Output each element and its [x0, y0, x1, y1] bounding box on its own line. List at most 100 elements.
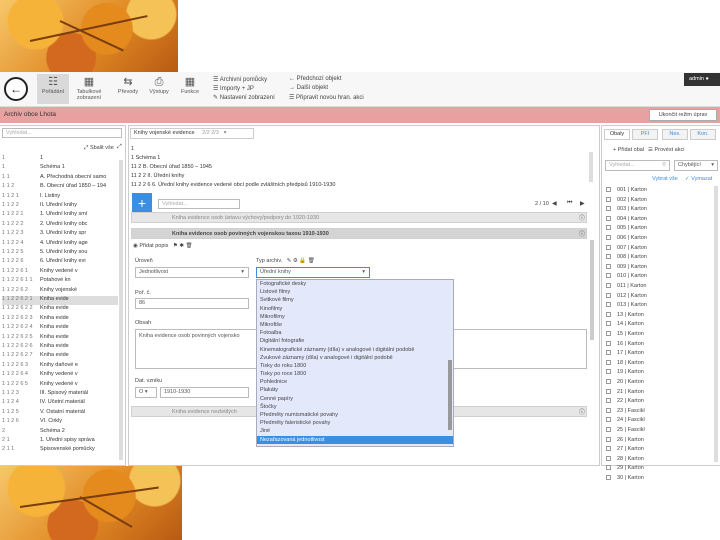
tree-row[interactable]: 1 1 2 1 I. Listiny [2, 193, 118, 202]
dropdown-option[interactable]: Předměty numismatické povahy [257, 411, 453, 419]
back-button[interactable]: ← [4, 77, 28, 101]
checkbox[interactable] [606, 225, 611, 231]
dropdown-option[interactable]: Fotografické desky [257, 280, 453, 288]
container-item[interactable]: 010 | Karton [606, 273, 647, 283]
perform-action-button[interactable]: ☰ Provést akci [648, 147, 684, 153]
tree-row[interactable]: 1 1 2 2 6 2 4 Kniha evide [2, 324, 118, 333]
dropdown-option[interactable]: Tisky do roku 1800 [257, 362, 453, 370]
form-scrollbar[interactable] [590, 240, 594, 340]
container-item[interactable]: 17 | Karton [606, 350, 644, 360]
container-item[interactable]: 21 | Karton [606, 389, 644, 399]
dropdown-option[interactable]: Mikrofilmy [257, 313, 453, 321]
checkbox[interactable] [606, 417, 611, 423]
tree-row[interactable]: 1 1 2 2 6 2 1 Kniha evide [2, 296, 118, 306]
tree-row[interactable]: 1 1 A. Přechodná obecní samo [2, 174, 118, 183]
toolbar-link-previous[interactable]: ← Předchozí objekt [289, 76, 341, 82]
container-item[interactable]: 30 | Karton [606, 475, 644, 485]
container-item[interactable]: 19 | Karton [606, 369, 644, 379]
checkbox[interactable] [606, 302, 611, 308]
add-description-button[interactable]: ◉ Přidat popis ⚑ ✱ 🗑 [133, 243, 192, 249]
right-scrollbar[interactable] [714, 186, 718, 462]
checkbox[interactable] [606, 321, 611, 327]
container-item[interactable]: 26 | Karton [606, 437, 644, 447]
tree-row[interactable]: 1 1 2 2 3 3. Úřední knihy spr [2, 230, 118, 239]
container-item[interactable]: 22 | Karton [606, 398, 644, 408]
container-item[interactable]: 27 | Karton [606, 446, 644, 456]
tree-row[interactable]: 1 Schéma 1 [2, 164, 118, 173]
toolbar-link-archive-aids[interactable]: ☰ Archivní pomůcky [213, 76, 267, 83]
checkbox[interactable] [606, 196, 611, 202]
breadcrumb-line[interactable]: 1 Schéma 1 [131, 155, 160, 161]
tree-row[interactable]: 1 1 2 2 6 4 Knihy vedené v [2, 371, 118, 380]
tree-row[interactable]: 1 1 2 2 6 2 7 Kniha evide [2, 352, 118, 361]
container-item[interactable]: 15 | Karton [606, 331, 644, 341]
container-item[interactable]: 007 | Karton [606, 245, 647, 255]
add-record-button[interactable]: + [132, 193, 152, 213]
deselect-link[interactable]: ✓ Vymazat [685, 176, 712, 182]
right-tab[interactable]: Kon. [690, 129, 716, 140]
container-item[interactable]: 011 | Karton [606, 283, 646, 293]
container-item[interactable]: 001 | Karton [606, 187, 647, 197]
container-item[interactable]: 14 | Karton [606, 321, 644, 331]
filter-select[interactable]: Chybějící ▾ [674, 160, 718, 171]
container-item[interactable]: 004 | Karton [606, 216, 647, 226]
record-row-2-info-icon[interactable]: ⓘ [579, 229, 585, 238]
container-item[interactable]: 25 | Fascikl [606, 427, 645, 437]
add-container-button[interactable]: + Přidat obal [613, 147, 644, 153]
toolbar-function-button[interactable]: ▦ Funkce [174, 74, 206, 104]
select-all-link[interactable]: Vybrat vše [652, 176, 678, 182]
date-type-select[interactable]: O ▾ [135, 387, 157, 398]
checkbox[interactable] [606, 206, 611, 212]
tree-row[interactable]: 2 1 1 Spisovenské pomůcky [2, 446, 118, 455]
checkbox[interactable] [606, 273, 611, 279]
tab-records[interactable]: Knihy vojenské evidence 2/2 2/3 × [130, 128, 254, 139]
breadcrumb-line[interactable]: 1 [131, 146, 134, 152]
tree-row[interactable]: 1 1 2 2 5 5. Úřední knihy sou [2, 249, 118, 258]
record-row-3-info-icon[interactable]: ⓘ [579, 407, 585, 416]
toolbar-output-button[interactable]: ⎙ Výstupy [143, 74, 175, 104]
record-row-1-info-icon[interactable]: ⓘ [579, 213, 585, 222]
pager-first-icon[interactable]: ⏮ [567, 200, 572, 207]
checkbox[interactable] [606, 331, 611, 337]
right-tab[interactable]: PFI [632, 129, 658, 140]
date-input[interactable]: 1910-1930 [160, 387, 249, 398]
checkbox[interactable] [606, 475, 611, 481]
tree-row[interactable]: 1 1 2 2 6 2 3 Kniha evide [2, 315, 118, 324]
checkbox[interactable] [606, 235, 611, 241]
tree-row[interactable]: 1 1 2 2 2 2. Úřední knihy obc [2, 221, 118, 230]
container-item[interactable]: 009 | Karton [606, 264, 647, 274]
checkbox[interactable] [606, 446, 611, 452]
tree-row[interactable]: 1 1 2 4 IV. Účetní materiál [2, 399, 118, 408]
dropdown-option[interactable]: Kinofilmy [257, 305, 453, 313]
fullscreen-icon[interactable]: ⤢ [117, 144, 122, 151]
container-item[interactable]: 16 | Karton [606, 341, 644, 351]
breadcrumb-line[interactable]: 11 2 B. Obecní úřad 1850 – 1945 [131, 164, 212, 170]
tree-row[interactable]: 1 1 2 2 6 1 1 Potahové kn [2, 277, 118, 286]
tree-row[interactable]: 1 1 2 3 III. Spisový materiál [2, 390, 118, 399]
dropdown-scrollbar[interactable] [448, 360, 452, 430]
checkbox[interactable] [606, 215, 611, 221]
dropdown-option[interactable]: Kinematografické záznamy (díla) v analog… [257, 346, 453, 354]
tree-row[interactable]: 1 1 2 2 II. Úřední knihy [2, 202, 118, 211]
checkbox[interactable] [606, 427, 611, 433]
container-item[interactable]: 20 | Karton [606, 379, 644, 389]
record-search-input[interactable]: Vyhledat... [158, 199, 240, 209]
container-item[interactable]: 002 | Karton [606, 197, 647, 207]
dropdown-option[interactable]: Plakáty [257, 386, 453, 394]
checkbox[interactable] [606, 436, 611, 442]
toolbar-link-prepare[interactable]: ☰ Připravit novou hran. akci [289, 94, 364, 101]
dropdown-option[interactable]: Zvukové záznamy (díla) v analogové i dig… [257, 354, 453, 362]
level-select[interactable]: Jednotlivost ▾ [135, 267, 249, 278]
tree-row[interactable]: 1 1 2 2 6 2 Knihy vojenské [2, 287, 118, 296]
tree-row[interactable]: 1 1 2 2 6 2 2 Kniha evide [2, 305, 118, 314]
collapse-all-button[interactable]: ⤢ Sbalit vše [84, 145, 114, 152]
container-item[interactable]: 006 | Karton [606, 235, 647, 245]
checkbox[interactable] [606, 398, 611, 404]
dropdown-option[interactable]: Mikrofiše [257, 321, 453, 329]
dropdown-option[interactable]: Svitkové filmy [257, 296, 453, 304]
container-item[interactable]: 28 | Karton [606, 456, 644, 466]
dropdown-option[interactable]: Nezařazovaná jednotlivost [257, 435, 453, 444]
dropdown-option[interactable]: Předměty faleristické povahy [257, 419, 453, 427]
toolbar-org-button[interactable]: ☷ Pořádání [37, 74, 69, 104]
toolbar-link-display-settings[interactable]: ✎ Nastavení zobrazení [213, 94, 275, 101]
